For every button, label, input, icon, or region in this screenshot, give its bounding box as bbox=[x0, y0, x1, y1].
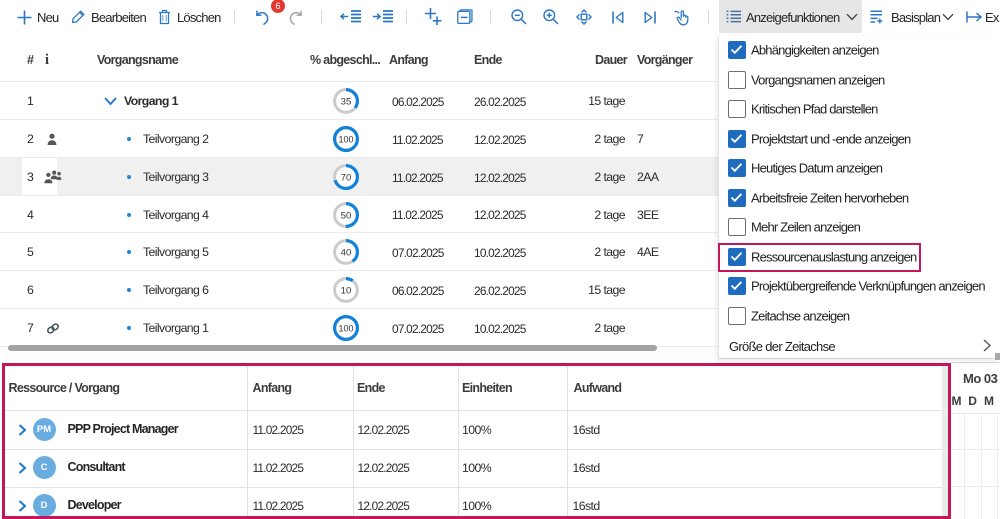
svg-text:10: 10 bbox=[341, 286, 352, 297]
svg-text:100: 100 bbox=[338, 135, 353, 145]
svg-text:35: 35 bbox=[341, 97, 352, 108]
svg-text:70: 70 bbox=[341, 173, 352, 184]
svg-text:100: 100 bbox=[338, 324, 353, 334]
svg-text:40: 40 bbox=[341, 248, 352, 259]
svg-text:50: 50 bbox=[341, 210, 352, 221]
